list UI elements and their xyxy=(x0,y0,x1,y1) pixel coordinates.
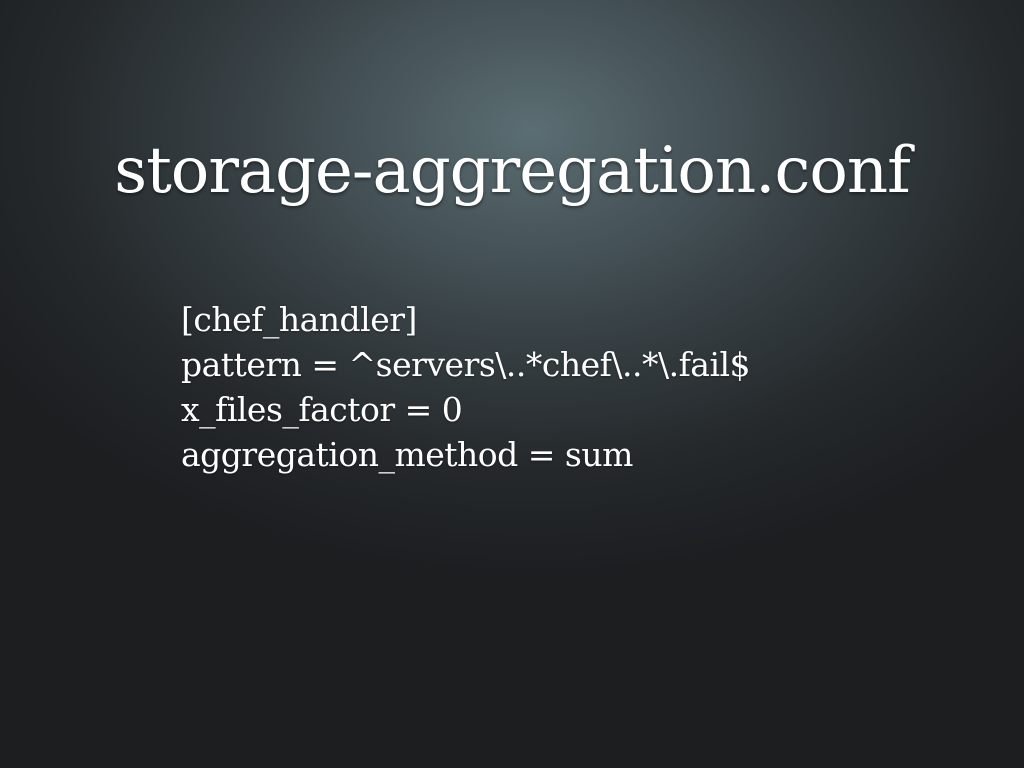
config-section-header: [chef_handler] xyxy=(181,300,417,339)
config-xfiles-factor-line: x_files_factor = 0 xyxy=(181,390,463,429)
slide-title: storage-aggregation.conf xyxy=(114,134,911,208)
config-aggregation-method-line: aggregation_method = sum xyxy=(181,435,633,474)
config-block: [chef_handler] pattern = ^servers\..*che… xyxy=(181,297,961,477)
config-pattern-line: pattern = ^servers\..*chef\..*\.fail$ xyxy=(181,345,751,384)
slide: storage-aggregation.conf [chef_handler] … xyxy=(0,0,1024,768)
